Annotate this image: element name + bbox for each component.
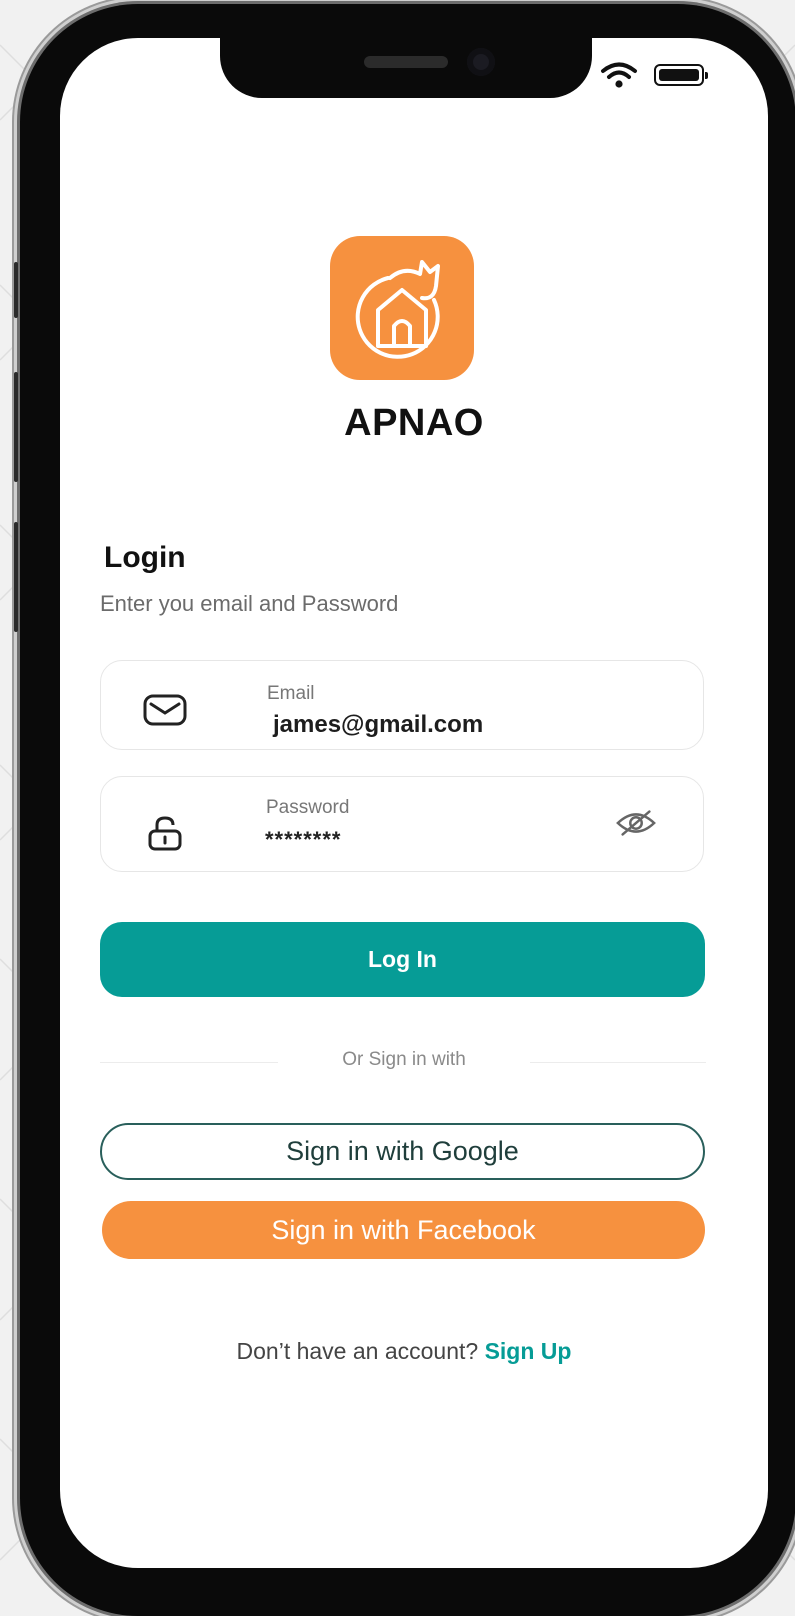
cat-house-logo-icon bbox=[355, 260, 440, 359]
signup-prompt: Don’t have an account? bbox=[236, 1338, 479, 1364]
password-label: Password bbox=[266, 797, 350, 818]
email-label: Email bbox=[267, 683, 315, 704]
signup-row: Don’t have an account? Sign Up bbox=[60, 1338, 748, 1365]
lock-icon bbox=[148, 816, 182, 851]
password-value[interactable]: ******** bbox=[265, 827, 342, 853]
app-logo bbox=[330, 236, 474, 380]
mail-icon bbox=[143, 694, 187, 726]
divider-text: Or Sign in with bbox=[342, 1049, 466, 1070]
battery-icon bbox=[654, 64, 708, 86]
google-signin-button[interactable]: Sign in with Google bbox=[100, 1123, 705, 1180]
signup-link[interactable]: Sign Up bbox=[485, 1338, 572, 1364]
app-name: APNAO bbox=[344, 402, 484, 444]
login-subtitle: Enter you email and Password bbox=[100, 591, 399, 616]
login-button[interactable]: Log In bbox=[100, 922, 705, 997]
speaker-grille bbox=[364, 56, 448, 68]
facebook-signin-button[interactable]: Sign in with Facebook bbox=[102, 1201, 705, 1259]
password-field[interactable]: Password ******** bbox=[100, 776, 704, 872]
front-camera bbox=[467, 48, 495, 76]
login-title: Login bbox=[104, 541, 186, 574]
eye-slash-icon[interactable] bbox=[615, 807, 657, 839]
notch bbox=[220, 38, 592, 98]
app-screen: APNAO Login Enter you email and Password… bbox=[60, 38, 768, 1568]
divider-line-right bbox=[530, 1062, 706, 1063]
volume-up-button bbox=[14, 372, 18, 482]
email-value[interactable]: james@gmail.com bbox=[273, 711, 483, 739]
wifi-icon bbox=[601, 62, 637, 88]
email-field[interactable]: Email james@gmail.com bbox=[100, 660, 704, 750]
mute-switch bbox=[14, 262, 18, 318]
volume-down-button bbox=[14, 522, 18, 632]
